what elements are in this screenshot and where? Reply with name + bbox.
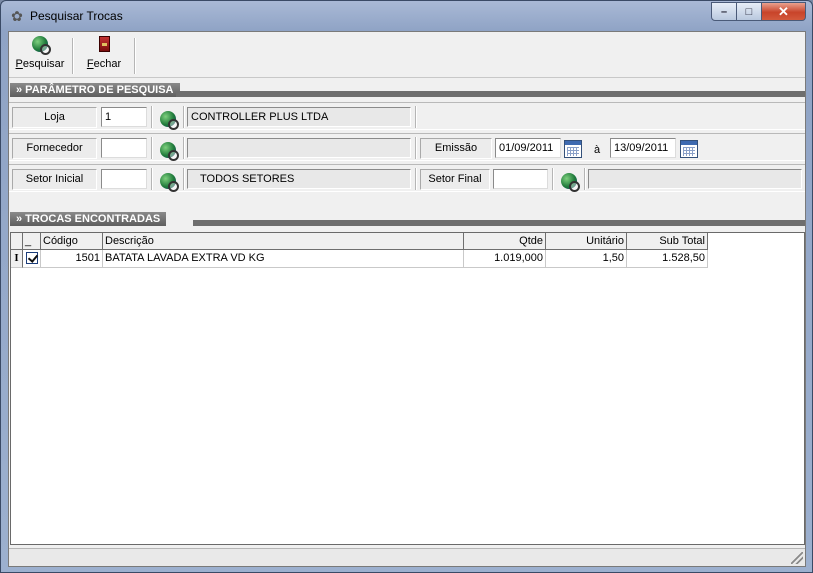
toolbar: Pesquisar Fechar bbox=[9, 32, 805, 78]
field-separator bbox=[183, 106, 185, 128]
loja-name-field: CONTROLLER PLUS LTDA bbox=[187, 107, 411, 127]
cell-unitario: 1,50 bbox=[546, 250, 627, 268]
window: ✿ Pesquisar Trocas – □ ✕ Pesquisar Fecha… bbox=[0, 0, 813, 573]
grid-header-check[interactable]: _ bbox=[23, 233, 41, 250]
window-controls: – □ ✕ bbox=[711, 2, 806, 21]
emissao-from-input[interactable]: 01/09/2011 bbox=[495, 138, 561, 158]
emissao-to-input[interactable]: 13/09/2011 bbox=[610, 138, 676, 158]
title-bar[interactable]: ✿ Pesquisar Trocas – □ ✕ bbox=[1, 1, 812, 31]
filter-row-fornecedor: Fornecedor Emissão 01/09/2011 à 13/09/20… bbox=[9, 133, 805, 161]
loja-label: Loja bbox=[12, 107, 97, 128]
field-separator bbox=[151, 168, 153, 190]
resize-grip-icon[interactable] bbox=[791, 552, 803, 564]
fechar-button[interactable]: Fechar bbox=[83, 36, 125, 74]
row-checkbox-cell[interactable] bbox=[23, 250, 41, 268]
fornecedor-code-input[interactable] bbox=[101, 138, 147, 158]
field-separator bbox=[183, 168, 185, 190]
cell-descricao: BATATA LAVADA EXTRA VD KG bbox=[103, 250, 464, 268]
section-title: » TROCAS ENCONTRADAS bbox=[10, 212, 167, 226]
setor-inicial-label: Setor Inicial bbox=[12, 169, 97, 190]
field-separator bbox=[151, 137, 153, 159]
fornecedor-search-icon[interactable] bbox=[160, 142, 179, 161]
field-separator bbox=[584, 168, 586, 190]
toolbar-separator bbox=[134, 38, 136, 74]
gear-icon: ✿ bbox=[11, 8, 23, 24]
field-separator bbox=[415, 106, 417, 128]
cell-subtotal: 1.528,50 bbox=[627, 250, 708, 268]
section-bar bbox=[176, 91, 805, 97]
emissao-label: Emissão bbox=[420, 138, 492, 159]
loja-code-input[interactable]: 1 bbox=[101, 107, 147, 127]
trocas-grid[interactable]: _ Código Descrição Qtde Unitário Sub Tot… bbox=[10, 232, 805, 545]
field-separator bbox=[552, 168, 554, 190]
row-indicator: I bbox=[11, 250, 23, 268]
section-title: » PARÂMETRO DE PESQUISA bbox=[10, 83, 180, 97]
calendar-icon[interactable] bbox=[564, 140, 582, 158]
globe-search-icon bbox=[32, 36, 51, 55]
window-title: Pesquisar Trocas bbox=[30, 9, 123, 23]
close-window-button[interactable]: ✕ bbox=[762, 2, 806, 21]
section-bar bbox=[193, 220, 805, 226]
loja-search-icon[interactable] bbox=[160, 111, 179, 130]
grid-header-unitario[interactable]: Unitário bbox=[546, 233, 627, 250]
field-separator bbox=[183, 137, 185, 159]
setor-inicial-input[interactable] bbox=[101, 169, 147, 189]
table-row[interactable]: I 1501 BATATA LAVADA EXTRA VD KG 1.019,0… bbox=[11, 250, 708, 268]
row-checkbox[interactable] bbox=[25, 252, 38, 264]
field-separator bbox=[151, 106, 153, 128]
cell-codigo: 1501 bbox=[41, 250, 103, 268]
pesquisar-button[interactable]: Pesquisar bbox=[15, 36, 65, 74]
maximize-button[interactable]: □ bbox=[737, 2, 762, 21]
fornecedor-label: Fornecedor bbox=[12, 138, 97, 159]
setor-final-label: Setor Final bbox=[420, 169, 490, 190]
emissao-range-separator: à bbox=[594, 144, 601, 156]
toolbar-separator bbox=[72, 38, 74, 74]
filter-row-loja: Loja 1 CONTROLLER PLUS LTDA bbox=[9, 102, 805, 130]
setor-inicial-name-field: TODOS SETORES bbox=[187, 169, 411, 189]
grid-header: _ Código Descrição Qtde Unitário Sub Tot… bbox=[11, 233, 708, 250]
grid-indicator-header bbox=[11, 233, 23, 250]
minimize-button[interactable]: – bbox=[711, 2, 737, 21]
filter-row-setor: Setor Inicial TODOS SETORES Setor Final bbox=[9, 164, 805, 192]
section-header-parametros: » PARÂMETRO DE PESQUISA bbox=[10, 83, 805, 97]
grid-header-descricao[interactable]: Descrição bbox=[103, 233, 464, 250]
field-separator bbox=[415, 168, 417, 190]
pesquisar-label: Pesquisar bbox=[15, 58, 65, 70]
status-bar bbox=[9, 548, 805, 566]
door-exit-icon bbox=[98, 36, 110, 52]
fechar-label: Fechar bbox=[86, 58, 122, 70]
setor-inicial-search-icon[interactable] bbox=[160, 173, 179, 192]
client-area: Pesquisar Fechar » PARÂMETRO DE PESQUISA… bbox=[8, 31, 806, 567]
fornecedor-name-field bbox=[187, 138, 411, 158]
calendar-icon[interactable] bbox=[680, 140, 698, 158]
field-separator bbox=[415, 137, 417, 159]
setor-final-input[interactable] bbox=[493, 169, 548, 189]
cell-qtde: 1.019,000 bbox=[464, 250, 546, 268]
grid-header-subtotal[interactable]: Sub Total bbox=[627, 233, 708, 250]
grid-header-qtde[interactable]: Qtde bbox=[464, 233, 546, 250]
setor-final-name-field bbox=[588, 169, 802, 189]
grid-header-codigo[interactable]: Código bbox=[41, 233, 103, 250]
setor-final-search-icon[interactable] bbox=[561, 173, 580, 192]
section-header-trocas: » TROCAS ENCONTRADAS bbox=[10, 212, 805, 226]
